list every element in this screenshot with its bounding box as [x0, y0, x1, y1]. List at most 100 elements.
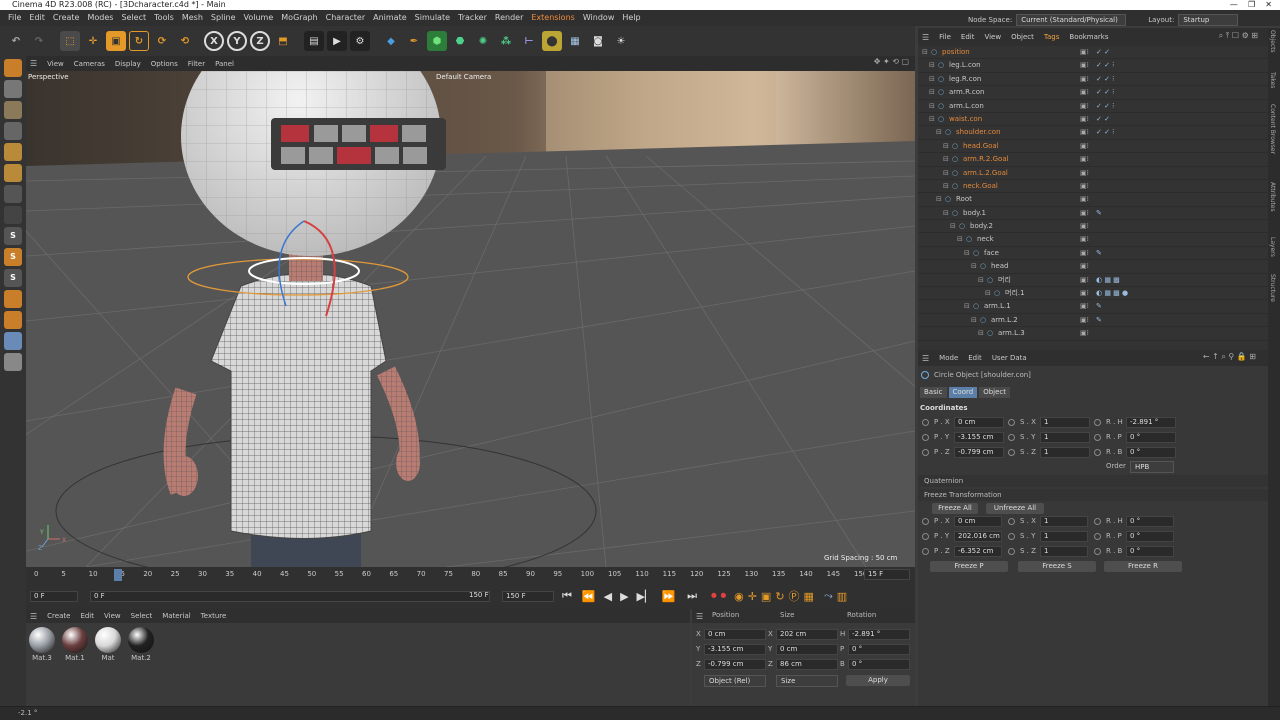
menu-modes[interactable]: Modes — [87, 10, 113, 26]
expand-icon[interactable]: ⊟ — [957, 233, 963, 246]
timeline-ruler[interactable]: 0510152025303540455055606570758085909510… — [26, 567, 867, 581]
make-editable-icon[interactable] — [4, 59, 22, 77]
light-icon[interactable]: ☀ — [611, 31, 631, 51]
object-row[interactable]: ⊟ ○ neck.Goal ▣⁞ — [918, 180, 1268, 194]
preview-range-field[interactable]: 0 F — [90, 591, 490, 602]
material-menu-select[interactable]: Select — [131, 612, 153, 620]
node-space-dropdown[interactable]: Current (Standard/Physical) — [1016, 14, 1127, 26]
coord-pos-field[interactable]: -0.799 cm — [704, 659, 766, 670]
object-row[interactable]: ⊟ ○ head.Goal ▣⁞ — [918, 140, 1268, 154]
object-row[interactable]: ⊟ ○ arm.L.2 ▣⁞ ✎ — [918, 314, 1268, 328]
menu-help[interactable]: Help — [622, 10, 640, 26]
object-row[interactable]: ⊟ ○ neck ▣⁞ — [918, 233, 1268, 247]
menu-select[interactable]: Select — [121, 10, 146, 26]
attr-menu-mode[interactable]: Mode — [939, 354, 958, 362]
object-menu-edit[interactable]: Edit — [961, 33, 975, 41]
coord-size-field[interactable]: 0 cm — [776, 644, 838, 655]
object-row[interactable]: ⊟ ○ leg.L.con ▣⁞ ✓ ✓ ⁝ — [918, 59, 1268, 73]
visibility-icon[interactable]: ▣⁞ — [1080, 46, 1089, 59]
anim-dot[interactable] — [1094, 533, 1101, 540]
expand-icon[interactable]: ⊟ — [943, 167, 949, 180]
fs-field[interactable]: 1 — [1040, 546, 1088, 557]
move-icon[interactable]: ✛ — [83, 31, 103, 51]
material-menu-view[interactable]: View — [104, 612, 121, 620]
object-row[interactable]: ⊟ ○ arm.L.3 ▣⁞ — [918, 327, 1268, 341]
object-row[interactable]: ⊟ ○ shoulder.con ▣⁞ ✓ ✓ ⁝ — [918, 126, 1268, 140]
layout-dropdown[interactable]: Startup — [1178, 14, 1239, 26]
axis-mode-icon[interactable] — [4, 290, 22, 308]
menu-tools[interactable]: Tools — [154, 10, 174, 26]
right-tab-attributes[interactable]: Attributes — [1269, 182, 1276, 212]
coord-rot-field[interactable]: 0 ° — [848, 659, 910, 670]
s-field[interactable]: 1 — [1040, 432, 1090, 443]
window-controls[interactable]: — ❐ ✕ — [1230, 0, 1272, 10]
visibility-icon[interactable]: ▣⁞ — [1080, 233, 1089, 246]
bend-icon[interactable]: ⊢ — [519, 31, 539, 51]
menu-file[interactable]: File — [8, 10, 21, 26]
expand-icon[interactable]: ⊟ — [943, 153, 949, 166]
key-scale-icon[interactable]: ▣ — [761, 590, 771, 603]
p-field[interactable]: -0.799 cm — [954, 447, 1004, 458]
key-position-icon[interactable]: ✛ — [748, 590, 757, 603]
anim-dot[interactable] — [1094, 518, 1101, 525]
tab-basic[interactable]: Basic — [920, 387, 947, 398]
object-row[interactable]: ⊟ ○ body.1 ▣⁞ ✎ — [918, 207, 1268, 221]
tweak-mode-icon[interactable] — [4, 311, 22, 329]
object-row[interactable]: ⊟ ○ arm.R.con ▣⁞ ✓ ✓ ⁝ — [918, 86, 1268, 100]
expand-icon[interactable]: ⊟ — [929, 113, 935, 126]
floor-icon[interactable]: ▦ — [565, 31, 585, 51]
tab-object[interactable]: Object — [979, 387, 1011, 398]
object-row[interactable]: ⊟ ○ arm.R.2.Goal ▣⁞ — [918, 153, 1268, 167]
object-menu-view[interactable]: View — [984, 33, 1001, 41]
expand-icon[interactable]: ⊟ — [978, 327, 984, 340]
render-settings-icon[interactable]: ⚙ — [350, 31, 370, 51]
menu-extensions[interactable]: Extensions — [531, 10, 574, 26]
fp-field[interactable]: 0 cm — [954, 516, 1002, 527]
anim-dot[interactable] — [922, 434, 929, 441]
current-frame-field[interactable]: 15 F — [864, 569, 910, 580]
expand-icon[interactable]: ⊟ — [964, 247, 970, 260]
expand-icon[interactable]: ⊟ — [943, 207, 949, 220]
key-rotation-icon[interactable]: ↻ — [775, 590, 784, 603]
menu-render[interactable]: Render — [495, 10, 523, 26]
coord-menu-icon[interactable]: ☰ — [696, 612, 703, 621]
expand-icon[interactable]: ⊟ — [971, 260, 977, 273]
start-frame-field[interactable]: 0 F — [30, 591, 78, 602]
fs-field[interactable]: 1 — [1040, 531, 1088, 542]
apply-button[interactable]: Apply — [846, 675, 910, 686]
polygons-mode-icon[interactable] — [4, 185, 22, 203]
object-row[interactable]: ⊟ ○ arm.L.1 ▣⁞ ✎ — [918, 300, 1268, 314]
p-field[interactable]: 0 cm — [954, 417, 1004, 428]
object-manager-nav-icons[interactable]: ⌕ ⤒ ☐ ⚙ ⊞ — [1219, 31, 1258, 41]
anim-dot[interactable] — [1008, 548, 1015, 555]
pen-spline-icon[interactable]: ✒ — [404, 31, 424, 51]
quaternion-group[interactable]: Quaternion — [918, 475, 1268, 487]
menu-mograph[interactable]: MoGraph — [281, 10, 317, 26]
viewport-menu-panel[interactable]: Panel — [215, 60, 234, 68]
menu-edit[interactable]: Edit — [29, 10, 45, 26]
visibility-icon[interactable]: ▣⁞ — [1080, 86, 1089, 99]
object-menu-bookmarks[interactable]: Bookmarks — [1069, 33, 1108, 41]
object-row[interactable]: ⊟ ○ body.2 ▣⁞ — [918, 220, 1268, 234]
viewport-menu-filter[interactable]: Filter — [188, 60, 205, 68]
coord-mode-dropdown[interactable]: Object (Rel) — [704, 675, 766, 687]
visibility-icon[interactable]: ▣⁞ — [1080, 274, 1089, 287]
material-menu-material[interactable]: Material — [162, 612, 190, 620]
coord-pos-field[interactable]: -3.155 cm — [704, 644, 766, 655]
key-pla-icon[interactable]: ▦ — [804, 590, 814, 603]
visibility-icon[interactable]: ▣⁞ — [1080, 260, 1089, 273]
viewport-menu-icon[interactable]: ☰ — [30, 59, 37, 68]
freeze-group[interactable]: Freeze Transformation — [918, 489, 1268, 501]
menu-volume[interactable]: Volume — [244, 10, 274, 26]
s-field[interactable]: 1 — [1040, 447, 1090, 458]
anim-dot[interactable] — [1094, 419, 1101, 426]
freeze-r-button[interactable]: Freeze R — [1104, 561, 1182, 572]
menu-mesh[interactable]: Mesh — [182, 10, 203, 26]
anim-dot[interactable] — [922, 449, 929, 456]
expand-icon[interactable]: ⊟ — [943, 140, 949, 153]
motion-system-icon[interactable]: ⤳ — [824, 589, 833, 603]
expand-icon[interactable]: ⊟ — [929, 100, 935, 113]
s-field[interactable]: 1 — [1040, 417, 1090, 428]
fp-field[interactable]: 202.016 cm — [954, 531, 1002, 542]
object-row[interactable]: ⊟ ○ leg.R.con ▣⁞ ✓ ✓ ⁝ — [918, 73, 1268, 87]
